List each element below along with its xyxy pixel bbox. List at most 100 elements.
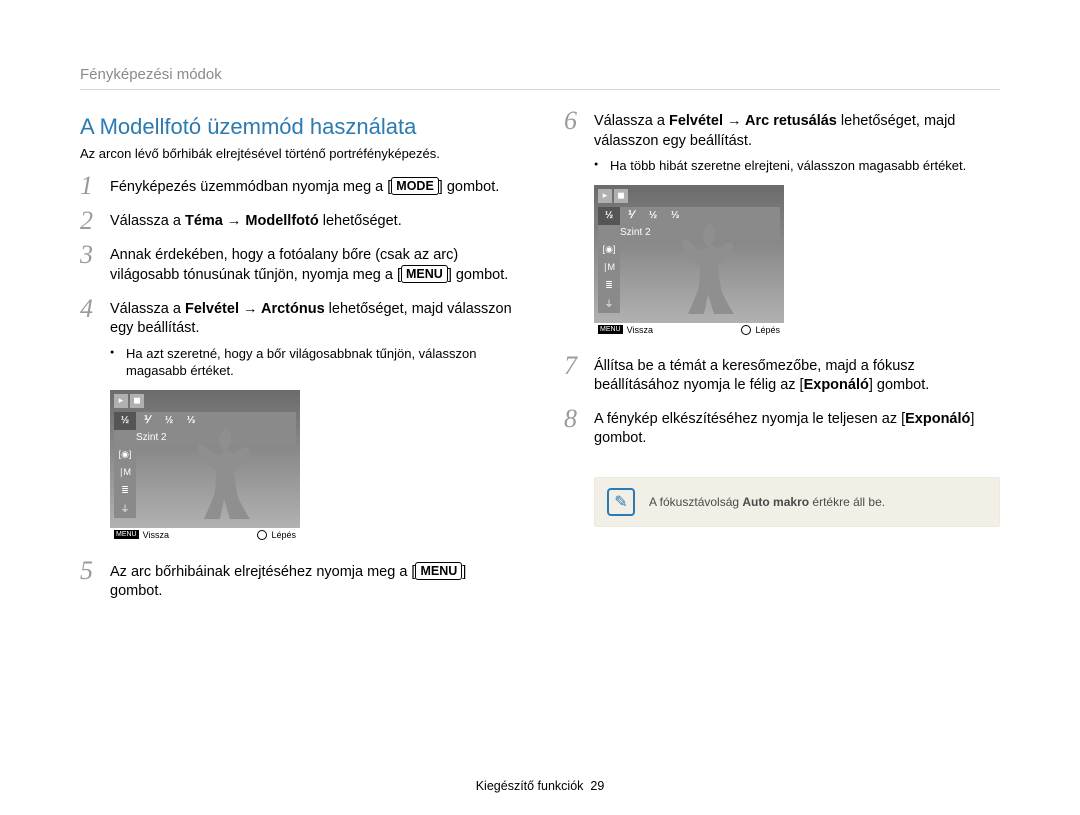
step-text: Válassza a Felvétel → Arctónus lehetőség…	[110, 298, 516, 339]
step-4-sub: Ha azt szeretné, hogy a bőr világosabbna…	[110, 345, 516, 380]
step-number: 2	[80, 210, 104, 232]
text: Fényképezés üzemmódban nyomja meg a [	[110, 179, 391, 195]
preview-step: Lépés	[741, 325, 780, 335]
text: Válassza a	[110, 301, 185, 317]
toolbar-level-2-icon: ½	[642, 207, 664, 225]
text: Az arc bőrhibáinak elrejtéséhez nyomja m…	[110, 564, 415, 580]
step-6: 6 Válassza a Felvétel → Arc retusálás le…	[564, 110, 1000, 343]
side-icon-mic: ⏚	[114, 500, 136, 518]
step-number: 8	[564, 408, 588, 430]
preview-side-icons: [◉] ∣M ≣ ⏚	[598, 241, 620, 313]
toolbar-level-0-icon: ½	[114, 412, 136, 430]
back-label: Vissza	[143, 530, 169, 540]
preview-mode-icon: ▸	[598, 189, 612, 203]
side-icon-mic: ⏚	[598, 295, 620, 313]
toolbar-level-1-icon: ⅟	[136, 412, 158, 430]
step-text: Az arc bőrhibáinak elrejtéséhez nyomja m…	[110, 560, 516, 602]
step-1: 1 Fényképezés üzemmódban nyomja meg a [M…	[80, 175, 516, 198]
text: Válassza a	[110, 213, 185, 229]
steps-right: 6 Válassza a Felvétel → Arc retusálás le…	[564, 110, 1000, 449]
page-footer: Kiegészítő funkciók 29	[0, 779, 1080, 793]
content-columns: A Modellfotó üzemmód használata Az arcon…	[80, 110, 1000, 614]
step-text: Válassza a Felvétel → Arc retusálás lehe…	[594, 110, 1000, 151]
info-note: ✎ A fókusztávolság Auto makro értékre ál…	[594, 477, 1000, 527]
preview-back: MENU Vissza	[598, 325, 653, 335]
text: Válassza a	[594, 113, 669, 129]
toolbar-level-2-icon: ½	[158, 412, 180, 430]
step-number: 3	[80, 244, 104, 266]
side-icon-bars: ≣	[598, 277, 620, 295]
preview-person-silhouette	[664, 215, 744, 323]
preview-bottom-bar: MENU Vissza Lépés	[594, 323, 784, 337]
text: értékre áll be.	[809, 495, 885, 509]
side-icon-focus: [◉]	[114, 446, 136, 464]
step-number: 6	[564, 110, 588, 151]
step-6-sub: Ha több hibát szeretne elrejteni, válass…	[594, 157, 966, 175]
bold-text: Téma → Modellfotó	[185, 213, 319, 229]
preview-back: MENU Vissza	[114, 530, 169, 540]
preview-top-icons: ▸ ◼	[598, 189, 628, 203]
step-5: 5 Az arc bőrhibáinak elrejtéséhez nyomja…	[80, 560, 516, 602]
step-2: 2 Válassza a Téma → Modellfotó lehetőség…	[80, 210, 516, 232]
section-title: A Modellfotó üzemmód használata	[80, 114, 516, 140]
text: lehetőséget.	[319, 213, 402, 229]
back-label: Vissza	[627, 325, 653, 335]
step-number: 5	[80, 560, 104, 582]
camera-preview-2: ▸ ◼ ½ ⅟ ½ ⅓ Szint 2 [◉]	[594, 185, 784, 337]
text: ] gombot.	[869, 377, 929, 393]
text: ] gombot.	[439, 179, 499, 195]
text: ] gombot.	[448, 267, 508, 283]
header-breadcrumb: Fényképezési módok	[80, 66, 1000, 90]
step-text: Fényképezés üzemmódban nyomja meg a [MOD…	[110, 175, 516, 198]
step-7: 7 Állítsa be a témát a keresőmezőbe, maj…	[564, 355, 1000, 396]
bold-text: Felvétel → Arc retusálás	[669, 113, 837, 129]
step-number: 1	[80, 175, 104, 197]
left-column: A Modellfotó üzemmód használata Az arcon…	[80, 110, 516, 614]
menu-key-icon: MENU	[598, 325, 623, 334]
nav-icon	[257, 530, 267, 540]
preview-mode-icon: ▸	[114, 394, 128, 408]
step-label: Lépés	[755, 325, 780, 335]
nav-icon	[741, 325, 751, 335]
side-icon-bars: ≣	[114, 482, 136, 500]
page: Fényképezési módok A Modellfotó üzemmód …	[0, 0, 1080, 614]
bold-text: Felvétel → Arctónus	[185, 301, 325, 317]
section-subtitle: Az arcon lévő bőrhibák elrejtésével tört…	[80, 146, 516, 161]
steps-left: 1 Fényképezés üzemmódban nyomja meg a [M…	[80, 175, 516, 602]
preview-level-label: Szint 2	[620, 227, 651, 238]
step-label: Lépés	[271, 530, 296, 540]
text: A fókusztávolság	[649, 495, 742, 509]
preview-step: Lépés	[257, 530, 296, 540]
note-text: A fókusztávolság Auto makro értékre áll …	[649, 495, 885, 509]
preview-status-icon: ◼	[130, 394, 144, 408]
right-column: 6 Válassza a Felvétel → Arc retusálás le…	[564, 110, 1000, 614]
step-3: 3 Annak érdekében, hogy a fotóalany bőre…	[80, 244, 516, 286]
bold-text: Exponáló	[905, 411, 970, 427]
step-4: 4 Válassza a Felvétel → Arctónus lehetős…	[80, 298, 516, 548]
preview-top-icons: ▸ ◼	[114, 394, 144, 408]
step-text: A fénykép elkészítéséhez nyomja le telje…	[594, 408, 1000, 449]
toolbar-level-0-icon: ½	[598, 207, 620, 225]
pencil-note-icon: ✎	[607, 488, 635, 516]
step-number: 7	[564, 355, 588, 377]
step-text: Állítsa be a témát a keresőmezőbe, majd …	[594, 355, 1000, 396]
camera-preview: ▸ ◼ ½ ⅟ ½ ⅓ Szint 2 [◉]	[110, 390, 300, 542]
preview-person-silhouette	[180, 420, 260, 528]
step-text: Annak érdekében, hogy a fotóalany bőre (…	[110, 244, 516, 286]
footer-label: Kiegészítő funkciók	[476, 779, 584, 793]
preview-level-label: Szint 2	[136, 432, 167, 443]
menu-keycap: MENU	[415, 562, 462, 580]
preview-status-icon: ◼	[614, 189, 628, 203]
side-icon-focus: [◉]	[598, 241, 620, 259]
step-number: 4	[80, 298, 104, 339]
step-text: Válassza a Téma → Modellfotó lehetőséget…	[110, 210, 516, 232]
text: A fénykép elkészítéséhez nyomja le telje…	[594, 411, 905, 427]
step-8: 8 A fénykép elkészítéséhez nyomja le tel…	[564, 408, 1000, 449]
toolbar-level-1-icon: ⅟	[620, 207, 642, 225]
menu-keycap: MENU	[401, 265, 448, 283]
side-icon-m: ∣M	[598, 259, 620, 277]
footer-page-number: 29	[590, 779, 604, 793]
side-icon-m: ∣M	[114, 464, 136, 482]
preview-bottom-bar: MENU Vissza Lépés	[110, 528, 300, 542]
mode-keycap: MODE	[391, 177, 439, 195]
